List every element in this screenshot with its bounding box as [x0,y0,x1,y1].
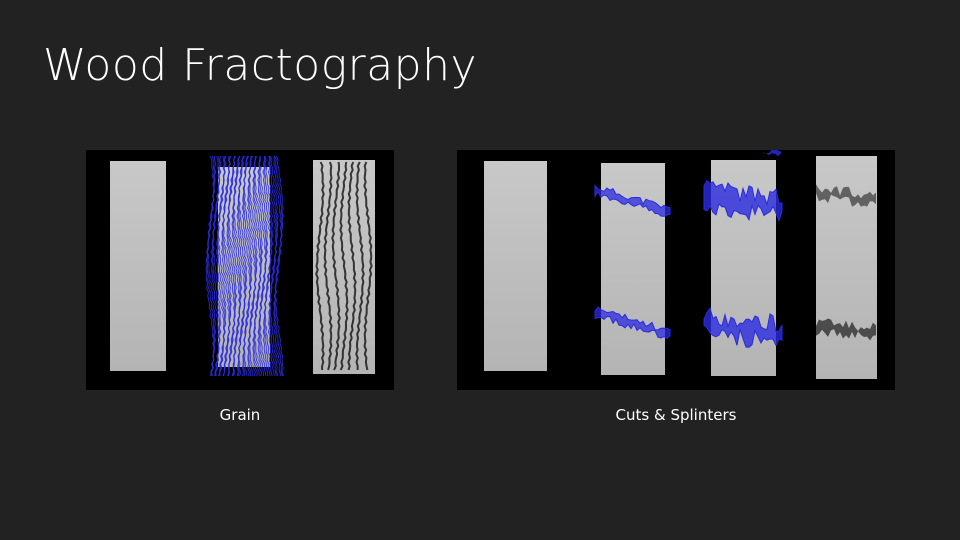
cuts-splinters-illustration [484,150,877,379]
cuts-splinters-figure [457,150,895,390]
slide-title: Wood Fractography [43,40,478,91]
cuts-splinters-caption: Cuts & Splinters [615,406,737,424]
grain-wireframe [205,155,284,377]
grain-figure [86,150,394,390]
splinter-wireframe-edge [763,150,781,157]
grain-illustration [110,155,375,377]
plain-board [484,161,547,371]
plain-board [110,161,166,371]
grain-caption: Grain [219,406,261,424]
